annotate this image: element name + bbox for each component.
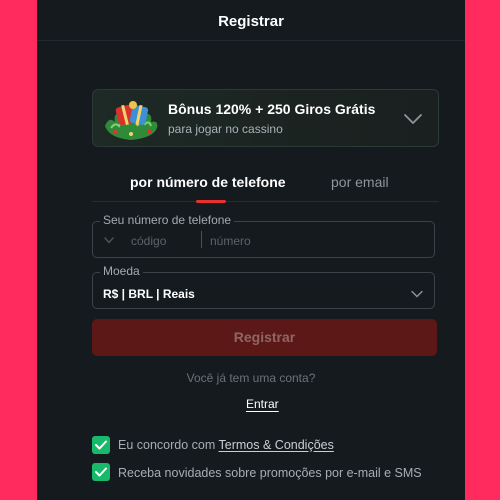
gift-icon	[105, 101, 158, 140]
registration-panel: Registrar Bônus 120% + 250 Giros Grátis …	[37, 0, 465, 500]
have-account-text: Você já tem uma conta?	[186, 371, 316, 385]
check-icon	[95, 440, 107, 450]
tab-email[interactable]: por email	[331, 174, 389, 190]
currency-select[interactable]: Moeda R$ | BRL | Reais	[92, 264, 435, 309]
chevron-down-icon[interactable]	[403, 112, 423, 126]
currency-value: R$ | BRL | Reais	[103, 287, 195, 301]
phone-field[interactable]: Seu número de telefone código número	[92, 213, 435, 258]
tabs-divider	[92, 201, 439, 202]
bonus-subtitle: para jogar no cassino	[168, 122, 283, 136]
terms-label: Eu concordo com Termos & Condições	[118, 437, 334, 454]
login-link[interactable]: Entrar	[246, 397, 279, 411]
newsletter-label: Receba novidades sobre promoções por e-m…	[118, 466, 422, 480]
header-divider	[37, 40, 465, 41]
newsletter-checkbox[interactable]	[92, 463, 110, 481]
terms-prefix: Eu concordo com	[118, 438, 216, 452]
bonus-card[interactable]: Bônus 120% + 250 Giros Grátis para jogar…	[92, 89, 439, 147]
phone-field-label: Seu número de telefone	[100, 213, 235, 227]
terms-link[interactable]: Termos & Condições	[219, 438, 334, 452]
phone-number-input[interactable]: número	[210, 234, 251, 248]
chevron-down-icon[interactable]	[411, 290, 423, 298]
chevron-down-icon[interactable]	[104, 237, 114, 244]
tab-phone[interactable]: por número de telefone	[130, 174, 286, 190]
register-button[interactable]: Registrar	[92, 319, 437, 356]
bonus-title: Bônus 120% + 250 Giros Grátis	[168, 101, 376, 117]
country-code-input[interactable]: código	[131, 234, 166, 248]
terms-checkbox[interactable]	[92, 436, 110, 454]
active-tab-indicator	[196, 200, 226, 203]
page-title: Registrar	[218, 13, 284, 30]
currency-field-label: Moeda	[100, 264, 143, 278]
check-icon	[95, 467, 107, 477]
field-divider	[201, 231, 202, 248]
